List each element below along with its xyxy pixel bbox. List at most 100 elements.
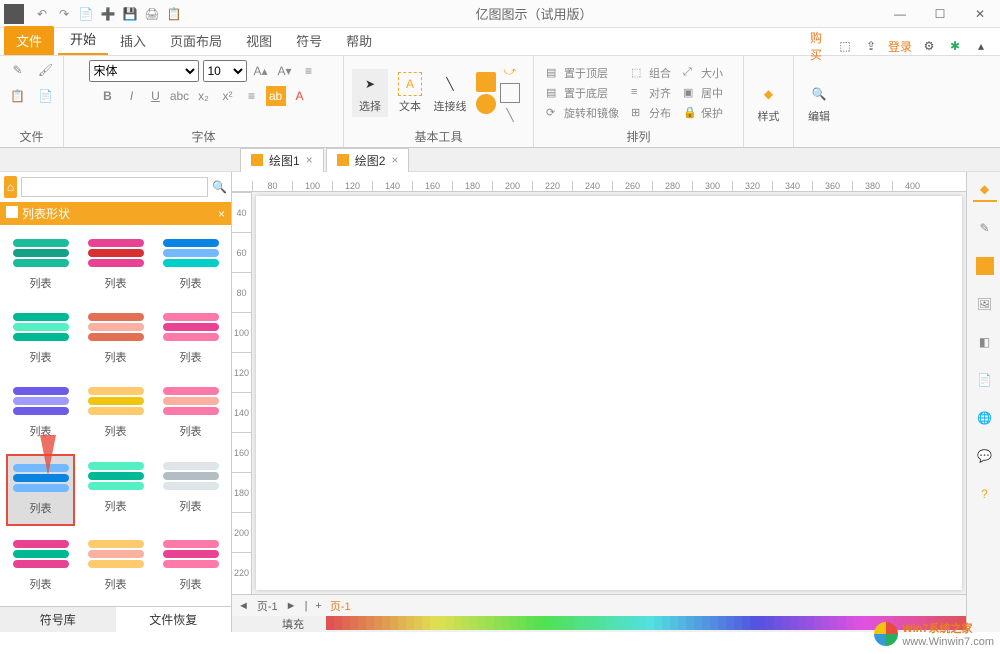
swatch-55[interactable] xyxy=(766,616,774,630)
shadow-tab-icon[interactable]: ◧ xyxy=(973,330,997,354)
swatch-51[interactable] xyxy=(734,616,742,630)
subscript-icon[interactable]: x₂ xyxy=(194,86,214,106)
font-color-icon[interactable]: A xyxy=(290,86,310,106)
symbol-item-7[interactable]: 列表 xyxy=(81,379,150,447)
strikethrough-icon[interactable]: abc xyxy=(170,86,190,106)
rect-outline-icon[interactable] xyxy=(500,83,520,103)
tab-home[interactable]: 开始 xyxy=(58,24,108,55)
swatch-50[interactable] xyxy=(726,616,734,630)
swatch-59[interactable] xyxy=(798,616,806,630)
swatch-1[interactable] xyxy=(334,616,342,630)
swatch-3[interactable] xyxy=(350,616,358,630)
swatch-14[interactable] xyxy=(438,616,446,630)
symbol-item-2[interactable]: 列表 xyxy=(156,231,225,299)
swatch-46[interactable] xyxy=(694,616,702,630)
tab-view[interactable]: 视图 xyxy=(234,26,284,55)
brush-icon[interactable]: ✎ xyxy=(8,60,28,80)
page-current[interactable]: 页-1 xyxy=(257,598,278,614)
swatch-19[interactable] xyxy=(478,616,486,630)
image-tab-icon[interactable]: 🖼 xyxy=(973,292,997,316)
swatch-8[interactable] xyxy=(390,616,398,630)
swatch-5[interactable] xyxy=(366,616,374,630)
export-icon[interactable]: 📋 xyxy=(166,6,182,22)
swatch-30[interactable] xyxy=(566,616,574,630)
swatch-58[interactable] xyxy=(790,616,798,630)
symbol-item-4[interactable]: 列表 xyxy=(81,305,150,373)
swatch-40[interactable] xyxy=(646,616,654,630)
shape-tab-icon[interactable] xyxy=(973,254,997,278)
swatch-29[interactable] xyxy=(558,616,566,630)
doc-tab-2[interactable]: 绘图2× xyxy=(326,148,410,172)
comment-tab-icon[interactable]: 💬 xyxy=(973,444,997,468)
swatch-44[interactable] xyxy=(678,616,686,630)
swatch-22[interactable] xyxy=(502,616,510,630)
increase-font-icon[interactable]: A▴ xyxy=(251,61,271,81)
swatch-35[interactable] xyxy=(606,616,614,630)
swatch-41[interactable] xyxy=(654,616,662,630)
swatch-38[interactable] xyxy=(630,616,638,630)
minimize-button[interactable]: — xyxy=(880,0,920,28)
login-link[interactable]: 登录 xyxy=(888,37,912,55)
swatch-24[interactable] xyxy=(518,616,526,630)
swatch-15[interactable] xyxy=(446,616,454,630)
swatch-9[interactable] xyxy=(398,616,406,630)
font-size-select[interactable]: 10 xyxy=(203,60,247,82)
copy-icon[interactable]: 📋 xyxy=(8,86,28,106)
symbol-item-3[interactable]: 列表 xyxy=(6,305,75,373)
swatch-7[interactable] xyxy=(382,616,390,630)
swatch-67[interactable] xyxy=(862,616,870,630)
size-button[interactable]: ⤢大小 xyxy=(679,64,727,82)
swatch-27[interactable] xyxy=(542,616,550,630)
symbol-item-0[interactable]: 列表 xyxy=(6,231,75,299)
settings-gear-icon[interactable]: ⚙ xyxy=(920,37,938,55)
swatch-16[interactable] xyxy=(454,616,462,630)
line-tab-icon[interactable]: ✎ xyxy=(973,216,997,240)
symbol-item-12[interactable]: 列表 xyxy=(6,532,75,600)
select-tool[interactable]: ➤选择 xyxy=(352,69,388,117)
fill-tab-icon[interactable]: ◆ xyxy=(973,178,997,202)
color-swatch-bar[interactable]: 填充 xyxy=(232,616,966,632)
text-prop-tab-icon[interactable]: 📄 xyxy=(973,368,997,392)
symbol-category-close-icon[interactable]: × xyxy=(218,207,225,221)
bold-icon[interactable]: B xyxy=(98,86,118,106)
swatch-52[interactable] xyxy=(742,616,750,630)
add-page-icon[interactable]: ➕ xyxy=(100,6,116,22)
tab-insert[interactable]: 插入 xyxy=(108,26,158,55)
text-tool[interactable]: A文本 xyxy=(392,69,428,117)
swatch-20[interactable] xyxy=(486,616,494,630)
swatch-48[interactable] xyxy=(710,616,718,630)
swatch-47[interactable] xyxy=(702,616,710,630)
swatch-64[interactable] xyxy=(838,616,846,630)
group-button[interactable]: ⬚组合 xyxy=(627,64,675,82)
swatch-26[interactable] xyxy=(534,616,542,630)
swatch-53[interactable] xyxy=(750,616,758,630)
page-add-icon[interactable]: + xyxy=(315,600,321,612)
tab-help[interactable]: 帮助 xyxy=(334,26,384,55)
swatch-63[interactable] xyxy=(830,616,838,630)
swatch-0[interactable] xyxy=(326,616,334,630)
swatch-56[interactable] xyxy=(774,616,782,630)
feedback-icon[interactable]: ⇪ xyxy=(862,37,880,55)
highlight-icon[interactable]: ab xyxy=(266,86,286,106)
close-button[interactable]: ✕ xyxy=(960,0,1000,28)
symbol-category-header[interactable]: 列表形状 × xyxy=(0,202,231,225)
tab-page-layout[interactable]: 页面布局 xyxy=(158,26,234,55)
swatch-21[interactable] xyxy=(494,616,502,630)
symbol-item-10[interactable]: 列表 xyxy=(81,454,150,526)
new-doc-icon[interactable]: 📄 xyxy=(78,6,94,22)
center-button[interactable]: ▣居中 xyxy=(679,84,727,102)
swatch-42[interactable] xyxy=(662,616,670,630)
collapse-ribbon-icon[interactable]: ▴ xyxy=(972,37,990,55)
swatch-17[interactable] xyxy=(462,616,470,630)
swatch-43[interactable] xyxy=(670,616,678,630)
layer-tab-icon[interactable]: 🌐 xyxy=(973,406,997,430)
circle-shape-icon[interactable] xyxy=(476,94,496,114)
share-icon[interactable]: ⬚ xyxy=(836,37,854,55)
bring-front-button[interactable]: ▤置于顶层 xyxy=(542,64,623,82)
print-icon[interactable]: 🖨 xyxy=(144,6,160,22)
doc-tab-1-close-icon[interactable]: × xyxy=(306,153,313,167)
tab-symbols[interactable]: 符号 xyxy=(284,26,334,55)
swatch-10[interactable] xyxy=(406,616,414,630)
symbol-search-icon[interactable]: 🔍 xyxy=(212,177,227,197)
save-icon[interactable]: 💾 xyxy=(122,6,138,22)
